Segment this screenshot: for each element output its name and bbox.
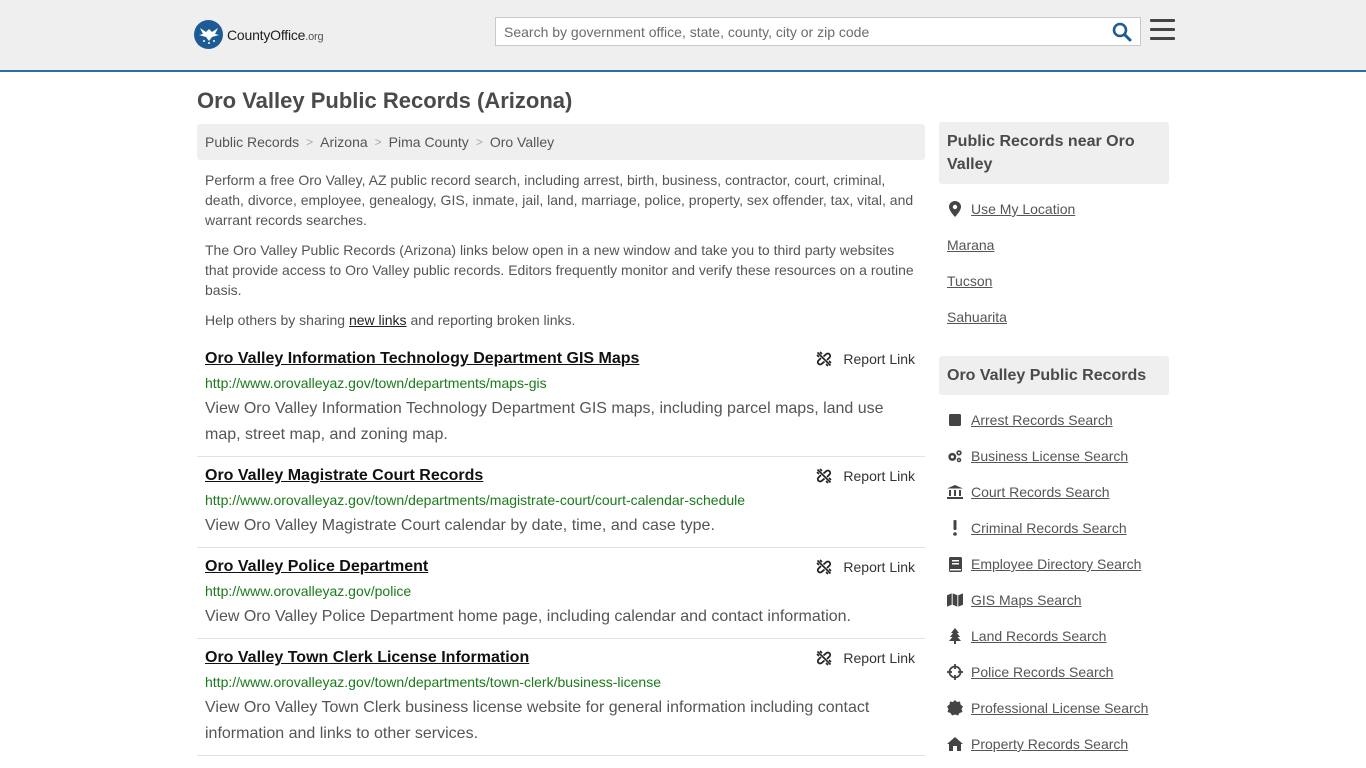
sidebar-nearby-heading: Public Records near Oro Valley bbox=[939, 122, 1169, 184]
page-title: Oro Valley Public Records (Arizona) bbox=[197, 88, 573, 113]
business-license-search-link[interactable]: Business License Search bbox=[947, 448, 1128, 464]
intro-paragraph-2: The Oro Valley Public Records (Arizona) … bbox=[205, 242, 914, 298]
report-link-button[interactable]: Report Link bbox=[816, 559, 915, 575]
record-title-link[interactable]: Oro Valley Town Clerk License Informatio… bbox=[205, 649, 529, 667]
breadcrumb-public-records[interactable]: Public Records bbox=[205, 134, 299, 150]
use-my-location-link[interactable]: Use My Location bbox=[947, 201, 1075, 217]
report-link-button[interactable]: Report Link bbox=[816, 468, 915, 484]
courthouse-icon bbox=[947, 484, 963, 500]
broken-link-icon bbox=[816, 650, 832, 666]
court-records-search-link[interactable]: Court Records Search bbox=[947, 484, 1110, 500]
record-url-link[interactable]: http://www.orovalleyaz.gov/town/departme… bbox=[205, 492, 745, 508]
record-item: Oro Valley Magistrate Court Records Repo… bbox=[197, 467, 925, 548]
professional-license-search-link[interactable]: Professional License Search bbox=[947, 700, 1148, 716]
site-header: CountyOffice.org bbox=[0, 0, 1366, 72]
site-logo[interactable]: CountyOffice.org bbox=[194, 20, 324, 49]
map-marker-icon bbox=[947, 201, 963, 217]
police-records-search-link[interactable]: Police Records Search bbox=[947, 664, 1113, 680]
new-links-link[interactable]: new links bbox=[349, 312, 407, 328]
nearby-sahuarita-link[interactable]: Sahuarita bbox=[947, 309, 1007, 325]
intro-paragraph-3: Help others by sharing new links and rep… bbox=[205, 312, 576, 328]
sidebar-records-heading: Oro Valley Public Records bbox=[939, 356, 1169, 395]
breadcrumb: Public Records > Arizona > Pima County >… bbox=[197, 124, 925, 160]
broken-link-icon bbox=[816, 468, 832, 484]
report-link-button[interactable]: Report Link bbox=[816, 351, 915, 367]
search-box bbox=[495, 17, 1141, 46]
record-description: View Oro Valley Information Technology D… bbox=[205, 400, 884, 443]
search-input[interactable] bbox=[496, 18, 1106, 45]
broken-link-icon bbox=[816, 351, 832, 367]
gears-icon bbox=[947, 448, 963, 464]
square-icon bbox=[947, 412, 963, 428]
criminal-records-search-link[interactable]: Criminal Records Search bbox=[947, 520, 1127, 536]
record-description: View Oro Valley Town Clerk business lice… bbox=[205, 699, 870, 742]
breadcrumb-pima-county[interactable]: Pima County bbox=[389, 134, 469, 150]
logo-text: CountyOffice bbox=[227, 26, 306, 43]
breadcrumb-arizona[interactable]: Arizona bbox=[320, 134, 367, 150]
home-icon bbox=[947, 736, 963, 752]
book-icon bbox=[947, 556, 963, 572]
map-icon bbox=[947, 592, 963, 608]
chevron-right-icon: > bbox=[475, 135, 483, 149]
land-records-search-link[interactable]: Land Records Search bbox=[947, 628, 1106, 644]
arrest-records-search-link[interactable]: Arrest Records Search bbox=[947, 412, 1113, 428]
gis-maps-search-link[interactable]: GIS Maps Search bbox=[947, 592, 1082, 608]
record-item: Oro Valley Town Clerk License Informatio… bbox=[197, 649, 925, 756]
record-title-link[interactable]: Oro Valley Magistrate Court Records bbox=[205, 467, 483, 485]
record-description: View Oro Valley Police Department home p… bbox=[205, 608, 851, 625]
crosshair-icon bbox=[947, 664, 963, 680]
search-icon[interactable] bbox=[1112, 22, 1134, 42]
property-records-search-link[interactable]: Property Records Search bbox=[947, 736, 1128, 752]
logo-suffix: .org bbox=[305, 30, 324, 43]
record-item: Oro Valley Information Technology Depart… bbox=[197, 350, 925, 457]
chevron-right-icon: > bbox=[374, 135, 382, 149]
exclamation-icon bbox=[947, 520, 963, 536]
tree-icon bbox=[947, 628, 963, 644]
record-url-link[interactable]: http://www.orovalleyaz.gov/town/departme… bbox=[205, 674, 661, 690]
nearby-tucson-link[interactable]: Tucson bbox=[947, 273, 992, 289]
record-title-link[interactable]: Oro Valley Police Department bbox=[205, 558, 428, 576]
eagle-logo-icon bbox=[194, 20, 223, 49]
record-url-link[interactable]: http://www.orovalleyaz.gov/town/departme… bbox=[205, 375, 547, 391]
certificate-icon bbox=[947, 700, 963, 716]
breadcrumb-oro-valley[interactable]: Oro Valley bbox=[490, 134, 554, 150]
employee-directory-search-link[interactable]: Employee Directory Search bbox=[947, 556, 1141, 572]
chevron-right-icon: > bbox=[306, 135, 314, 149]
nearby-marana-link[interactable]: Marana bbox=[947, 237, 994, 253]
hamburger-menu-icon[interactable] bbox=[1150, 19, 1175, 42]
record-url-link[interactable]: http://www.orovalleyaz.gov/police bbox=[205, 583, 411, 599]
record-description: View Oro Valley Magistrate Court calenda… bbox=[205, 517, 715, 534]
record-title-link[interactable]: Oro Valley Information Technology Depart… bbox=[205, 350, 639, 368]
record-item: Oro Valley Police Department Report Link… bbox=[197, 558, 925, 639]
report-link-button[interactable]: Report Link bbox=[816, 650, 915, 666]
broken-link-icon bbox=[816, 559, 832, 575]
intro-paragraph-1: Perform a free Oro Valley, AZ public rec… bbox=[205, 172, 914, 228]
